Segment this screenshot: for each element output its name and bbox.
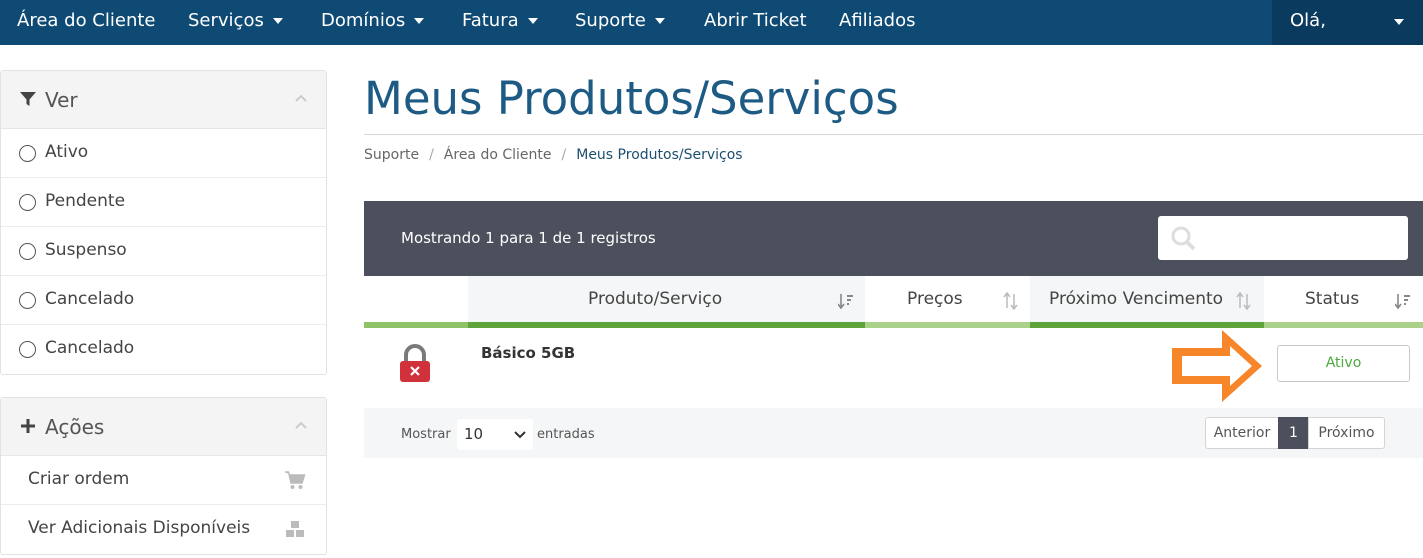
- table-row[interactable]: Básico 5GB Ativo: [364, 328, 1423, 408]
- table-footer: Mostrar 10 entradas Anterior 1 Próximo: [364, 408, 1423, 458]
- plus-icon: [21, 419, 35, 433]
- breadcrumb-current: Meus Produtos/Serviços: [576, 147, 743, 163]
- sort-desc-icon: [838, 294, 853, 310]
- filter-option-pendente[interactable]: Pendente: [1, 178, 326, 227]
- nav-dominios[interactable]: Domínios: [321, 0, 425, 45]
- chevron-up-icon[interactable]: [294, 91, 308, 105]
- filter-option-label: Pendente: [45, 191, 126, 211]
- radio-button[interactable]: [19, 292, 36, 309]
- th-label: Produto/Serviço: [588, 289, 723, 309]
- th-icon-col: [364, 276, 468, 328]
- chevron-up-icon[interactable]: [294, 418, 308, 432]
- actions-panel-header[interactable]: Ações: [1, 398, 326, 456]
- top-navbar: Área do Cliente Serviços Domínios Fatura…: [0, 0, 1423, 45]
- nav-servicos[interactable]: Serviços: [188, 0, 283, 45]
- cart-icon: [285, 471, 306, 489]
- caret-down-icon: [272, 18, 283, 24]
- arrow-right-icon: [1172, 330, 1262, 402]
- nav-label: Área do Cliente: [17, 10, 156, 31]
- action-label: Ver Adicionais Disponíveis: [28, 518, 251, 538]
- breadcrumb-separator: /: [561, 147, 567, 163]
- breadcrumb-suporte[interactable]: Suporte: [364, 147, 419, 163]
- actions-panel-title: Ações: [45, 415, 105, 439]
- nav-afiliados[interactable]: Afiliados: [839, 0, 916, 45]
- sort-desc-icon: [1395, 294, 1410, 310]
- action-ver-adicionais[interactable]: Ver Adicionais Disponíveis: [1, 505, 326, 554]
- lock-icon: [400, 344, 430, 382]
- th-label: Preços: [907, 289, 963, 309]
- th-precos[interactable]: Preços: [865, 276, 1030, 328]
- sort-icon: [1236, 292, 1251, 310]
- nav-area-cliente[interactable]: Área do Cliente: [17, 0, 156, 45]
- user-menu[interactable]: Olá,: [1272, 0, 1423, 45]
- breadcrumb-area-cliente[interactable]: Área do Cliente: [444, 147, 552, 163]
- filter-option-label: Cancelado: [45, 289, 135, 309]
- table-search-input[interactable]: [1158, 216, 1408, 260]
- th-label: Status: [1305, 289, 1360, 309]
- radio-button[interactable]: [19, 243, 36, 260]
- actions-panel: Ações Criar ordem Ver Adicionais Disponí…: [0, 397, 327, 555]
- nav-label: Fatura: [462, 10, 519, 31]
- caret-down-icon: [1394, 19, 1404, 25]
- page-title: Meus Produtos/Serviços: [364, 72, 899, 125]
- radio-button[interactable]: [19, 341, 36, 358]
- filter-option-label: Cancelado: [45, 338, 135, 358]
- th-label: Próximo Vencimento: [1049, 289, 1224, 309]
- th-status[interactable]: Status: [1264, 276, 1423, 328]
- pagination-prev-button[interactable]: Anterior: [1205, 417, 1279, 449]
- caret-down-icon: [414, 18, 425, 24]
- chevron-down-icon: [514, 431, 526, 439]
- action-criar-ordem[interactable]: Criar ordem: [1, 456, 326, 505]
- nav-abrir-ticket[interactable]: Abrir Ticket: [704, 0, 807, 45]
- nav-fatura[interactable]: Fatura: [462, 0, 538, 45]
- table-info: Mostrando 1 para 1 de 1 registros: [401, 229, 656, 247]
- nav-suporte[interactable]: Suporte: [575, 0, 665, 45]
- filter-option-label: Ativo: [45, 142, 89, 162]
- table-toolbar: Mostrando 1 para 1 de 1 registros: [364, 201, 1423, 276]
- filter-option-cancelado-2[interactable]: Cancelado: [1, 325, 326, 374]
- sort-icon: [1003, 292, 1018, 310]
- breadcrumb: Suporte / Área do Cliente / Meus Produtos/Se…: [364, 147, 743, 163]
- entries-label: entradas: [537, 427, 595, 442]
- nav-label: Serviços: [188, 10, 264, 31]
- caret-down-icon: [654, 18, 665, 24]
- filter-option-ativo[interactable]: Ativo: [1, 129, 326, 178]
- breadcrumb-separator: /: [429, 147, 434, 163]
- pagination-page-button[interactable]: 1: [1278, 417, 1309, 449]
- pagination-next-button[interactable]: Próximo: [1308, 417, 1385, 449]
- caret-down-icon: [527, 18, 538, 24]
- nav-label: Domínios: [321, 10, 406, 31]
- cubes-icon: [286, 521, 304, 537]
- filter-option-suspenso[interactable]: Suspenso: [1, 227, 326, 276]
- filter-option-label: Suspenso: [45, 240, 127, 260]
- product-name[interactable]: Básico 5GB: [481, 344, 575, 362]
- table-header: Produto/Serviço Preços Próximo Venciment…: [364, 276, 1423, 328]
- title-divider: [364, 134, 1423, 135]
- filter-panel-title: Ver: [45, 88, 78, 112]
- filter-panel: Ver Ativo Pendente Suspenso Cancelado Ca…: [0, 70, 327, 375]
- nav-label: Afiliados: [839, 10, 916, 31]
- th-proximo-vencimento[interactable]: Próximo Vencimento: [1030, 276, 1264, 328]
- user-greeting: Olá,: [1290, 10, 1326, 31]
- nav-label: Abrir Ticket: [704, 10, 807, 31]
- nav-label: Suporte: [575, 10, 646, 31]
- status-badge[interactable]: Ativo: [1277, 345, 1410, 382]
- radio-button[interactable]: [19, 145, 36, 162]
- show-label: Mostrar: [401, 427, 451, 442]
- search-icon: [1171, 226, 1196, 251]
- filter-option-cancelado[interactable]: Cancelado: [1, 276, 326, 325]
- action-label: Criar ordem: [28, 469, 130, 489]
- page-size-select[interactable]: 10: [457, 419, 533, 450]
- filter-icon: [20, 92, 36, 106]
- radio-button[interactable]: [19, 194, 36, 211]
- filter-panel-header[interactable]: Ver: [1, 71, 326, 129]
- page-size-value: 10: [464, 425, 484, 443]
- th-produto[interactable]: Produto/Serviço: [468, 276, 865, 328]
